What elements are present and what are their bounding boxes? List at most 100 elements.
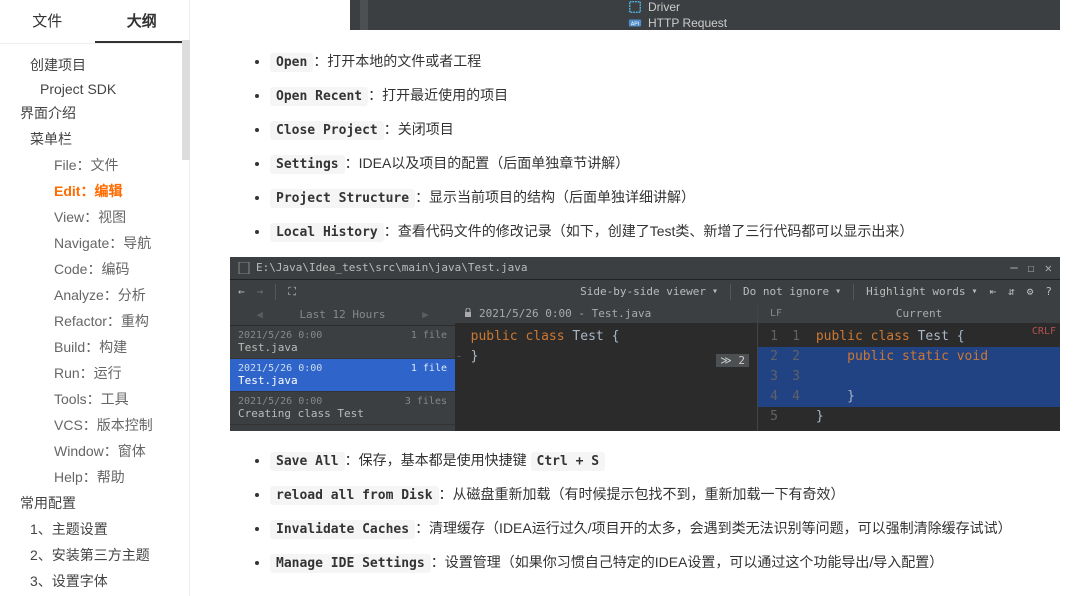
nav-item[interactable]: Code：编码 [0,256,189,282]
doc-item: Manage IDE Settings：设置管理（如果你习惯自己特定的IDEA设… [270,551,1060,575]
ide-toolbar: ← → ⛶ Side-by-side viewer Do not ignore … [230,279,1060,304]
ignore-select[interactable]: Do not ignore [743,285,841,298]
back-button[interactable]: ← [238,285,245,298]
sidebar-scrollbar[interactable] [182,40,190,160]
sidebar-nav: 创建项目Project SDK界面介绍菜单栏File：文件Edit：编辑View… [0,44,189,596]
history-header: ◀ Last 12 Hours ▶ [230,304,455,326]
dropdown-item-label: Driver [648,0,680,14]
tab-outline[interactable]: 大纲 [95,0,190,43]
sync-button[interactable]: ⇵ [1008,285,1015,298]
nav-item[interactable]: 界面介绍 [0,100,189,126]
right-code: 11 public class Test { 22 public static … [758,323,1060,431]
gear-icon[interactable]: ⚙ [1027,285,1034,298]
doc-item: Invalidate Caches：清理缓存（IDEA运行过久/项目开的太多，会… [270,517,1060,541]
nav-item[interactable]: 常用配置 [0,490,189,516]
nav-item[interactable]: 菜单栏 [0,126,189,152]
term-code: Close Project [270,121,384,140]
term-code: Open [270,53,313,72]
nav-item[interactable]: File：文件 [0,152,189,178]
sidebar-tabs: 文件 大纲 [0,0,189,44]
close-icon[interactable]: ✕ [1045,261,1052,275]
desc-text: ：保存，基本都是使用快捷键 [345,452,531,468]
nav-item[interactable]: 3、设置字体 [0,568,189,594]
nav-item[interactable]: VCS：版本控制 [0,412,189,438]
desc-text: ：打开本地的文件或者工程 [313,53,481,69]
maximize-icon[interactable]: ☐ [1028,261,1035,275]
doc-item: Settings：IDEA以及项目的配置（后面单独章节讲解） [270,152,1060,176]
desc-text: ：IDEA以及项目的配置（后面单独章节讲解） [345,155,630,171]
history-row[interactable]: 2021/5/26 0:001 fileTest.java [230,326,455,359]
history-row[interactable]: 2021/5/26 0:001 fileTest.java [230,359,455,392]
nav-item[interactable]: Edit：编辑 [0,178,189,204]
svg-text:API: API [631,22,639,28]
nav-item[interactable]: Analyze：分析 [0,282,189,308]
shortcut-code: Ctrl + S [531,452,606,471]
ide-title-text: E:\Java\Idea_test\src\main\java\Test.jav… [256,261,528,274]
history-row[interactable]: 2021/5/26 0:003 filesCreating class Test [230,392,455,425]
driver-icon [628,0,642,14]
left-code: public class Test { - } [455,323,757,371]
diff-jump[interactable]: ≫ 2 [716,354,749,367]
right-pane-title: Current [896,307,942,320]
term-code: Project Structure [270,189,415,208]
nav-item[interactable]: 1、主题设置 [0,516,189,542]
desc-text: ：显示当前项目的结构（后面单独详细讲解） [415,189,695,205]
ide-body: ◀ Last 12 Hours ▶ 2021/5/26 0:001 fileTe… [230,304,1060,431]
nav-item[interactable]: Help：帮助 [0,464,189,490]
content-area: Driver API HTTP Request Open：打开本地的文件或者工程… [190,0,1080,596]
dropdown-preview: Driver API HTTP Request [350,0,1060,30]
nav-item[interactable]: Window：窗体 [0,438,189,464]
diff-panes: 2021/5/26 0:00 - Test.java public class … [455,304,1060,431]
desc-text: ：从磁盘重新加载（有时候提示包找不到，重新加载一下有奇效） [439,486,845,502]
nav-item[interactable]: Project SDK [0,78,189,100]
term-code: Open Recent [270,87,368,106]
expand-button[interactable]: ⛶ [288,285,296,299]
nav-item[interactable]: 创建项目 [0,52,189,78]
desc-text: ：清理缓存（IDEA运行过久/项目开的太多，会遇到类无法识别等问题，可以强制清除… [415,520,1012,536]
nav-item[interactable]: View：视图 [0,204,189,230]
doc-item: Local History：查看代码文件的修改记录（如下，创建了Test类、新增… [270,220,1060,244]
doc-item: Open Recent：打开最近使用的项目 [270,84,1060,108]
dropdown-item-http[interactable]: API HTTP Request [628,16,727,30]
nav-item[interactable]: Build：构建 [0,334,189,360]
file-icon [238,262,250,274]
dropdown-item-driver[interactable]: Driver [628,0,727,14]
forward-button[interactable]: → [257,285,264,298]
tab-file[interactable]: 文件 [0,0,95,43]
desc-text: ：关闭项目 [384,121,454,137]
api-icon: API [628,16,642,30]
minimize-icon[interactable]: ─ [1010,261,1017,275]
right-code-pane: LF Current CRLF 11 public class Test { 2… [758,304,1060,431]
crlf-badge: CRLF [1032,326,1056,337]
term-code: Invalidate Caches [270,520,415,539]
nav-item[interactable]: Refactor：重构 [0,308,189,334]
help-icon[interactable]: ? [1045,285,1052,298]
term-code: Local History [270,223,384,242]
nav-item[interactable]: Navigate：导航 [0,230,189,256]
history-header-label: Last 12 Hours [299,308,385,321]
collapse-button[interactable]: ⇤ [990,285,997,298]
doc-item: Project Structure：显示当前项目的结构（后面单独详细讲解） [270,186,1060,210]
left-pane-title: 2021/5/26 0:00 - Test.java [479,307,651,320]
doc-item: Save All：保存，基本都是使用快捷键 Ctrl + S [270,449,1060,473]
viewer-select[interactable]: Side-by-side viewer [580,285,718,298]
history-panel: ◀ Last 12 Hours ▶ 2021/5/26 0:001 fileTe… [230,304,455,431]
desc-text: ：设置管理（如果你习惯自己特定的IDEA设置，可以通过这个功能导出/导入配置） [431,554,944,570]
highlight-select[interactable]: Highlight words [866,285,977,298]
dropdown-item-label: HTTP Request [648,16,727,30]
left-code-pane: 2021/5/26 0:00 - Test.java public class … [455,304,758,431]
panel-stub [360,0,368,30]
term-code: reload all from Disk [270,486,439,505]
desc-text: ：查看代码文件的修改记录（如下，创建了Test类、新增了三行代码都可以显示出来） [384,223,914,239]
term-code: Manage IDE Settings [270,554,431,573]
doc-item: Close Project：关闭项目 [270,118,1060,142]
sidebar: 文件 大纲 创建项目Project SDK界面介绍菜单栏File：文件Edit：… [0,0,190,596]
nav-item[interactable]: Tools：工具 [0,386,189,412]
ide-titlebar: E:\Java\Idea_test\src\main\java\Test.jav… [230,257,1060,279]
doc-item: reload all from Disk：从磁盘重新加载（有时候提示包找不到，重… [270,483,1060,507]
lock-icon [463,308,473,318]
doc-list-1: Open：打开本地的文件或者工程 Open Recent：打开最近使用的项目 Clo… [230,50,1060,245]
doc-item: Open：打开本地的文件或者工程 [270,50,1060,74]
nav-item[interactable]: Run：运行 [0,360,189,386]
nav-item[interactable]: 2、安装第三方主题 [0,542,189,568]
